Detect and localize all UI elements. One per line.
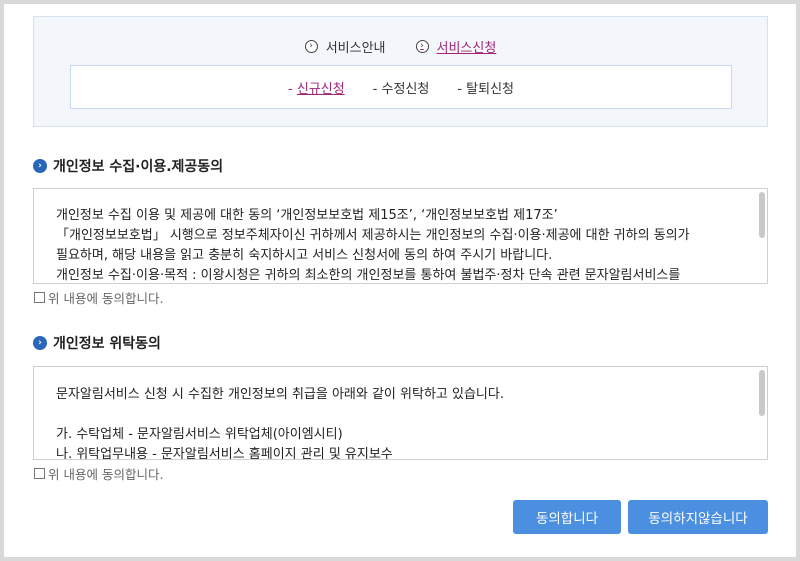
subtab-edit[interactable]: - 수정신청 — [373, 78, 430, 97]
tab-service-info[interactable]: › 서비스안내 — [304, 37, 386, 56]
section2-title: 개인정보 위탁동의 — [53, 336, 161, 352]
scrollbar-thumb[interactable] — [759, 192, 765, 238]
subtab-new-label: 신규신청 — [296, 81, 345, 97]
disagree-button[interactable]: 동의하지않습니다 — [628, 500, 768, 534]
chevron-right-icon: › — [415, 40, 429, 53]
terms-line: 개인정보 수집 이용 및 제공에 대한 동의 ‘개인정보보호법 제15조’, ‘… — [56, 208, 558, 223]
agree-collection-checkbox[interactable] — [34, 292, 45, 303]
tab-service-apply-label: 서비스신청 — [436, 41, 497, 56]
terms-line: 나. 위탁업무내용 - 문자알림서비스 홈페이지 관리 및 유지보수 — [56, 447, 393, 460]
section1-title: 개인정보 수집·이용.제공동의 — [53, 159, 224, 175]
service-nav-panel: › 서비스안내 › 서비스신청 - 신규신청 - 수정신청 - 탈퇴신청 — [33, 16, 768, 127]
sub-tabs: - 신규신청 - 수정신청 - 탈퇴신청 — [70, 65, 732, 109]
agree-collection-label: 위 내용에 동의합니다. — [48, 291, 164, 306]
terms-line: 가. 수탁업체 - 문자알림서비스 위탁업체(아이엠시티) — [56, 427, 343, 442]
privacy-consignment-terms[interactable]: 문자알림서비스 신청 시 수집한 개인정보의 취급을 아래와 같이 위탁하고 있… — [33, 366, 768, 460]
subtab-withdraw[interactable]: - 탈퇴신청 — [457, 78, 514, 97]
section-title-privacy-collection: › 개인정보 수집·이용.제공동의 — [33, 156, 223, 176]
agree-button[interactable]: 동의합니다 — [513, 500, 621, 534]
section-title-privacy-consignment: › 개인정보 위탁동의 — [33, 333, 161, 353]
chevron-right-icon: › — [33, 159, 47, 173]
subtab-new-prefix: - — [287, 81, 297, 97]
terms-line: 필요하며, 해당 내용을 읽고 충분히 숙지하시고 서비스 신청서에 동의 하여… — [56, 248, 553, 263]
scrollbar-thumb[interactable] — [759, 370, 765, 416]
terms-line — [56, 405, 737, 425]
service-tabs: › 서비스안내 › 서비스신청 — [34, 37, 767, 56]
terms-line: 개인정보 수집·이용·목적 : 이왕시청은 귀하의 최소한의 개인정보를 통하여… — [56, 268, 681, 283]
terms-line: 「개인정보보호법」 시행으로 정보주체자이신 귀하께서 제공하시는 개인정보의 … — [56, 228, 690, 243]
agree-consignment-label: 위 내용에 동의합니다. — [48, 467, 164, 482]
agree-consignment-checkbox[interactable] — [34, 468, 45, 479]
chevron-right-icon: › — [304, 40, 318, 53]
tab-service-apply[interactable]: › 서비스신청 — [415, 37, 497, 56]
agree-collection-checkbox-row[interactable]: 위 내용에 동의합니다. — [34, 288, 163, 307]
chevron-right-icon: › — [33, 336, 47, 350]
subtab-new[interactable]: - 신규신청 — [288, 78, 345, 97]
tab-service-info-label: 서비스안내 — [325, 41, 386, 56]
agree-consignment-checkbox-row[interactable]: 위 내용에 동의합니다. — [34, 464, 163, 483]
terms-line: 문자알림서비스 신청 시 수집한 개인정보의 취급을 아래와 같이 위탁하고 있… — [56, 387, 504, 402]
privacy-collection-terms[interactable]: 개인정보 수집 이용 및 제공에 대한 동의 ‘개인정보보호법 제15조’, ‘… — [33, 188, 768, 284]
